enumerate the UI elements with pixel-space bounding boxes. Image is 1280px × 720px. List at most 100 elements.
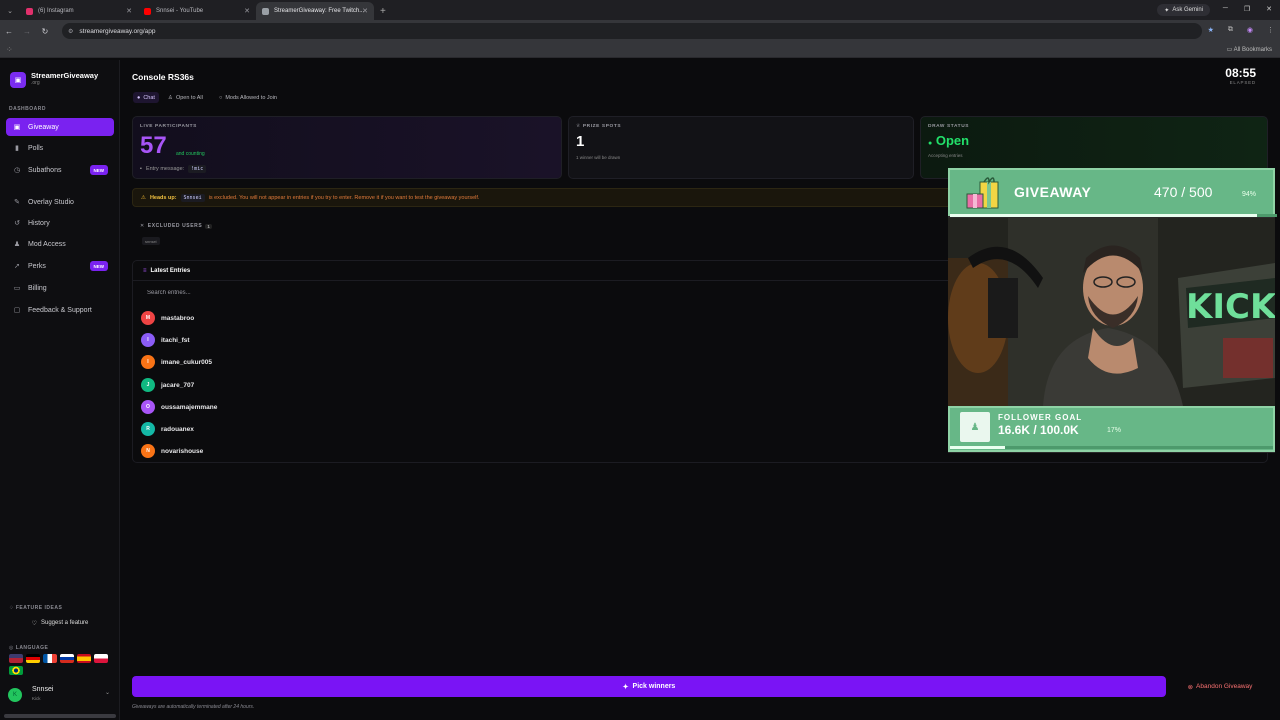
section-language-label: LANGUAGE [15,645,49,651]
sidebar: ▣ StreamerGiveaway .org DASHBOARD ▣ Give… [0,60,120,720]
auto-terminate-note: Giveaways are automatically terminated a… [132,704,255,710]
entry-name: oussamajemmane [161,403,218,411]
section-dashboard: DASHBOARD [9,106,46,112]
bookmark-star-icon[interactable]: ★ [1208,26,1214,34]
ask-gemini-button[interactable]: ✦ Ask Gemini [1157,4,1210,16]
sidebar-item-mod-access[interactable]: ♟ Mod Access [6,235,114,253]
sidebar-item-billing[interactable]: ▭ Billing [6,279,114,297]
all-bookmarks-label: All Bookmarks [1233,47,1272,53]
sidebar-item-label: Perks [28,262,46,270]
close-icon[interactable]: ✕ [244,7,250,15]
menu-icon[interactable]: ⋮ [1267,26,1274,34]
brand-logo-icon[interactable]: ▣ [10,72,26,88]
toolbar-actions: ★ ⧉ ◉ ⋮ [1208,26,1274,34]
browser-toolbar: ← → ↻ ⚙ streamergiveaway.org/app ★ ⧉ ◉ ⋮ [0,20,1280,42]
pill-label: Open to All [175,94,203,101]
list-item: I imane_cukur005 [141,353,941,371]
entry-name: radouanex [161,425,194,433]
entry-message-value: !mic [188,165,207,173]
entries-title: Latest Entries [150,267,191,274]
flag-pl-icon[interactable] [94,654,108,663]
flag-br-icon[interactable] [9,666,23,675]
users-icon: ♙ [168,94,173,101]
flag-fr-icon[interactable] [43,654,57,663]
sidebar-item-polls[interactable]: ▮ Polls [6,139,114,157]
sidebar-item-giveaway[interactable]: ▣ Giveaway [6,118,114,136]
overlay-giveaway-pct: 94% [1242,191,1257,198]
minimize-icon[interactable]: ─ [1223,5,1228,13]
forward-icon[interactable]: → [18,27,36,36]
sidebar-item-label: Polls [28,144,44,152]
address-bar[interactable]: ⚙ streamergiveaway.org/app [62,23,1202,39]
gift-icon: ▣ [13,124,21,131]
participants-count: 57 [140,132,167,159]
giveaway-progress-bar [950,214,1277,217]
section-feature-ideas: ♢ FEATURE IDEAS [9,605,62,611]
flag-es-icon[interactable] [77,654,91,663]
pick-winners-button[interactable]: ✦ Pick winners [132,676,1166,697]
avatar: K [8,688,22,702]
list-item: M mastabroo [141,309,941,327]
tab-search-icon[interactable]: ⌄ [0,2,20,20]
new-tab-icon[interactable]: + [380,6,386,17]
overlay-follower-label: FOLLOWER GOAL [998,413,1083,422]
follower-goal-overlay-widget: ♟ FOLLOWER GOAL 16.6K / 100.0K 17% [948,406,1275,452]
sidebar-item-perks[interactable]: ➚ Perks NEW [6,257,114,275]
gift-icon [966,177,999,209]
back-icon[interactable]: ← [0,27,18,36]
bookmarks-bar: ⁘ ▭ All Bookmarks [0,42,1280,58]
close-icon[interactable]: ✕ [362,7,368,15]
rocket-icon: ➚ [14,263,20,270]
user-account-menu[interactable]: K Snnsei Kick ⌄ [8,684,114,706]
sidebar-scrollbar[interactable] [4,714,116,718]
search-input[interactable] [141,286,941,300]
browser-tab-instagram[interactable]: (6) Instagram ✕ [20,2,138,20]
list-item: O oussamajemmane [141,398,941,416]
reload-icon[interactable]: ↻ [36,27,54,36]
site-icon [262,7,269,15]
window-close-icon[interactable]: ✕ [1266,5,1272,13]
sidebar-item-history[interactable]: ↺ History [6,214,114,232]
prize-count: 1 [576,133,585,150]
user-name: Snnsei [32,686,54,693]
status-value: Open [935,133,970,148]
maximize-icon[interactable]: ❐ [1244,5,1250,13]
bulb-icon: ♡ [31,620,37,627]
brand-name[interactable]: StreamerGiveaway [31,71,98,80]
elapsed-label: ELAPSED [1229,80,1256,85]
section-feature-label: FEATURE IDEAS [15,605,63,611]
sidebar-item-label: Billing [28,284,47,292]
overlay-follower-pct: 17% [1107,427,1122,434]
chat-icon: ● [137,94,141,101]
webcam-image: KICK [948,218,1275,406]
prize-label-text: PRIZE SPOTS [582,124,622,129]
profile-icon[interactable]: ◉ [1247,26,1253,34]
sidebar-item-label: Subathons [28,166,62,174]
participants-label: LIVE PARTICIPANTS [140,124,197,129]
extensions-icon[interactable]: ⧉ [1228,26,1233,34]
apps-icon[interactable]: ⁘ [6,45,13,54]
avatar: J [141,378,155,392]
browser-tab-youtube[interactable]: Snnsei - YouTube ✕ [138,2,256,20]
elapsed-time: 08:55 [1225,66,1256,80]
flag-de-icon[interactable] [26,654,40,663]
browser-tab-streamergiveaway[interactable]: StreamerGiveaway: Free Twitch... ✕ [256,2,374,20]
close-icon[interactable]: ✕ [126,7,132,15]
list-icon: ≡ [143,267,147,274]
entry-name: mastabroo [161,314,195,322]
sidebar-item-overlay-studio[interactable]: ✎ Overlay Studio [6,193,114,211]
excluded-user-chip[interactable]: snnsei [142,237,160,245]
abandon-giveaway-button[interactable]: ⊗ Abandon Giveaway [1172,676,1268,697]
giveaway-overlay-widget: GIVEAWAY 470 / 500 94% [948,168,1277,217]
sidebar-item-subathons[interactable]: ◷ Subathons NEW [6,161,114,179]
flag-us-icon[interactable] [9,654,23,663]
all-bookmarks[interactable]: ▭ All Bookmarks [1227,46,1272,53]
site-info-icon[interactable]: ⚙ [68,28,73,35]
prize-spots-card: ♕ PRIZE SPOTS 1 1 winner will be drawn [568,116,914,179]
suggest-feature-button[interactable]: ♡ Suggest a feature [8,616,112,630]
chat-bubble-icon: ▪ [140,166,142,172]
sidebar-item-feedback[interactable]: ▢ Feedback & Support [6,301,114,319]
language-flags [9,654,115,675]
browser-tab-strip: ⌄ (6) Instagram ✕ Snnsei - YouTube ✕ Str… [0,0,1280,20]
flag-ru-icon[interactable] [60,654,74,663]
